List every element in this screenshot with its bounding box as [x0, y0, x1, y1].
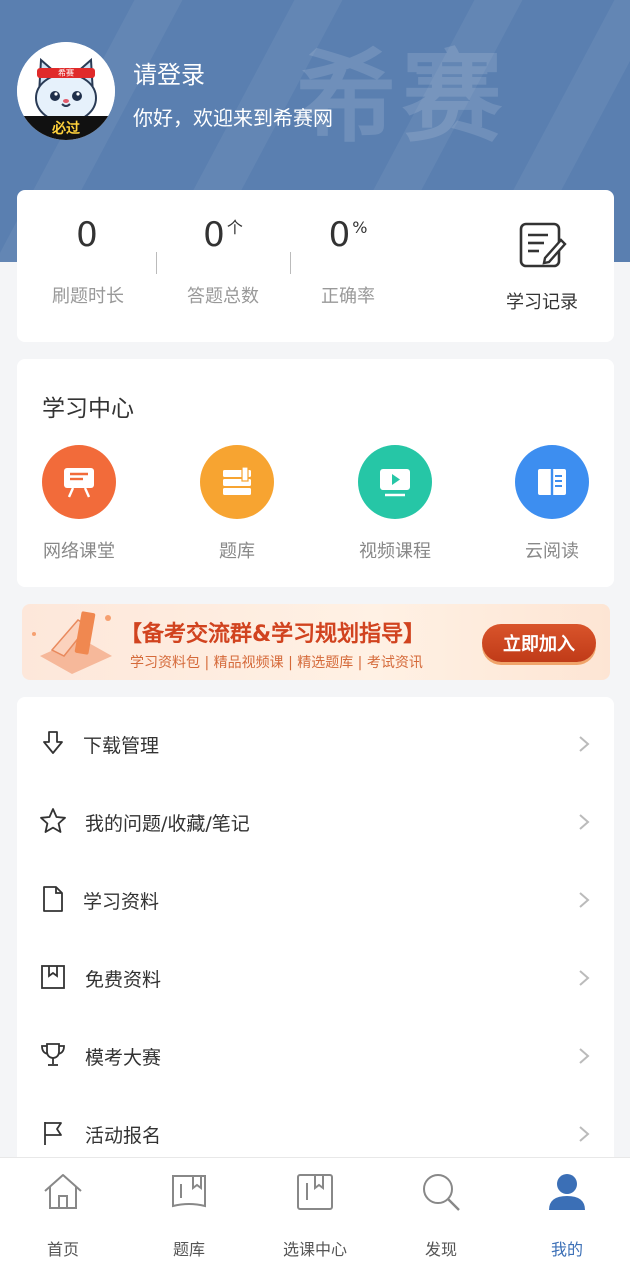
- tool-label: 网络课堂: [43, 541, 115, 562]
- menu-label: 免费资料: [85, 969, 162, 991]
- menu-label: 我的问题/收藏/笔记: [85, 813, 250, 835]
- promo-banner[interactable]: 【备考交流群&学习规划指导】 学习资料包 | 精品视频课 | 精选题库 | 考试…: [22, 604, 610, 680]
- book-icon: [515, 445, 589, 519]
- stat-value: 0: [328, 215, 351, 255]
- chevron-right-icon: [579, 814, 590, 830]
- stat-value: 0: [76, 215, 98, 255]
- home-icon: [44, 1174, 82, 1209]
- menu-item-free-materials[interactable]: 免费资料: [17, 939, 614, 1017]
- chevron-right-icon: [579, 736, 590, 752]
- chevron-right-icon: [579, 1126, 590, 1142]
- download-icon: [43, 731, 63, 754]
- bookmark-icon: [41, 965, 65, 989]
- tab-label: 发现: [424, 1240, 457, 1259]
- tab-label: 我的: [550, 1240, 583, 1259]
- menu-label: 下载管理: [83, 735, 160, 757]
- menu-list: 下载管理 我的问题/收藏/笔记 学习资料 免费资料 模考大赛 活动报名: [17, 697, 614, 1167]
- stat-value: 0: [203, 215, 225, 255]
- menu-item-study-materials[interactable]: 学习资料: [17, 861, 614, 939]
- menu-label: 学习资料: [83, 891, 160, 913]
- stat-accuracy: 0% 正确率: [283, 218, 413, 308]
- menu-label: 活动报名: [85, 1125, 162, 1147]
- question-bank-icon: [172, 1175, 206, 1208]
- stat-label: 正确率: [321, 286, 375, 307]
- tab-me[interactable]: 我的: [517, 1170, 617, 1260]
- stat-practice-time: 0 刷题时长: [23, 218, 153, 308]
- avatar-badge-bottom: 必过: [51, 120, 80, 137]
- stat-unit: 个: [226, 218, 243, 237]
- tool-label: 视频课程: [359, 541, 431, 562]
- menu-item-mock-exam[interactable]: 模考大赛: [17, 1017, 614, 1095]
- tab-question-bank[interactable]: 题库: [139, 1170, 239, 1260]
- edit-note-icon: [519, 222, 567, 268]
- tool-online-classroom[interactable]: 网络课堂: [19, 445, 139, 563]
- course-icon: [297, 1174, 333, 1210]
- banner-title: 【备考交流群&学习规划指导】: [120, 622, 426, 647]
- menu-item-questions-favorites-notes[interactable]: 我的问题/收藏/笔记: [17, 783, 614, 861]
- study-record-label: 学习记录: [506, 292, 578, 313]
- welcome-text: 你好，欢迎来到希赛网: [133, 106, 333, 130]
- tab-label: 选课中心: [282, 1240, 347, 1259]
- stat-total-answers: 0个 答题总数: [158, 218, 288, 308]
- document-icon: [43, 886, 63, 912]
- stat-unit: %: [352, 218, 368, 237]
- chevron-right-icon: [579, 892, 590, 908]
- tab-home[interactable]: 首页: [13, 1170, 113, 1260]
- section-title: 学习中心: [42, 396, 134, 422]
- tab-discover[interactable]: 发现: [391, 1170, 491, 1260]
- chevron-right-icon: [579, 970, 590, 986]
- chevron-right-icon: [579, 1048, 590, 1064]
- banner-subtitle: 学习资料包 | 精品视频课 | 精选题库 | 考试资讯: [130, 655, 423, 671]
- search-icon: [423, 1174, 460, 1211]
- trophy-icon: [41, 1043, 65, 1066]
- tool-cloud-reading[interactable]: 云阅读: [492, 445, 612, 563]
- question-bank-icon: [200, 445, 274, 519]
- tool-question-bank[interactable]: 题库: [177, 445, 297, 563]
- tool-video-course[interactable]: 视频课程: [335, 445, 455, 563]
- cat-mascot-icon: 希赛 必过: [17, 42, 115, 140]
- stat-divider: [156, 252, 157, 274]
- tab-course-center[interactable]: 选课中心: [265, 1170, 365, 1260]
- study-center-card: 学习中心 网络课堂 题库 视频课程 云阅读: [17, 359, 614, 587]
- tab-label: 首页: [46, 1240, 79, 1259]
- join-now-button[interactable]: 立即加入: [482, 624, 596, 662]
- banner-decoration-icon: [32, 611, 112, 674]
- user-icon: [549, 1174, 585, 1210]
- menu-label: 模考大赛: [85, 1047, 162, 1069]
- study-record-button[interactable]: 学习记录: [490, 220, 594, 314]
- login-link[interactable]: 请登录: [133, 55, 205, 90]
- classroom-icon: [42, 445, 116, 519]
- tool-label: 云阅读: [525, 541, 579, 562]
- tool-label: 题库: [219, 541, 255, 562]
- star-icon: [40, 808, 66, 833]
- video-icon: [358, 445, 432, 519]
- menu-item-download[interactable]: 下载管理: [17, 705, 614, 783]
- bottom-tab-bar: 首页 题库 选课中心 发现 我的: [0, 1157, 630, 1280]
- avatar[interactable]: 希赛 必过: [17, 42, 115, 140]
- stat-label: 刷题时长: [52, 286, 124, 307]
- avatar-badge-top: 希赛: [58, 68, 74, 78]
- stats-card: 0 刷题时长 0个 答题总数 0% 正确率 学习记录: [17, 190, 614, 342]
- flag-icon: [44, 1122, 62, 1145]
- stat-label: 答题总数: [187, 286, 259, 307]
- tab-label: 题库: [172, 1240, 205, 1259]
- header-watermark: 希赛: [296, 39, 508, 156]
